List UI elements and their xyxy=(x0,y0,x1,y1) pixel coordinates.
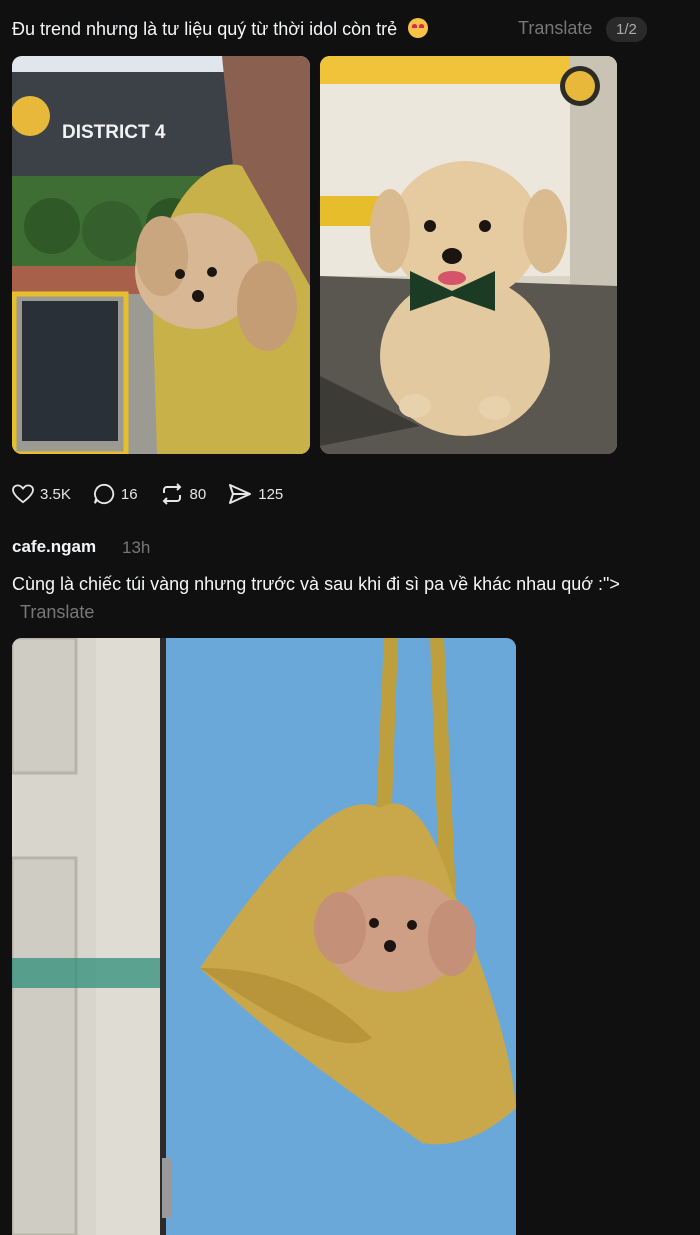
repost-icon xyxy=(162,483,181,505)
comment-count: 16 xyxy=(120,485,138,503)
post-text: Cùng là chiếc túi vàng nhưng trước và sa… xyxy=(12,570,697,626)
send-icon xyxy=(229,484,252,504)
like-button[interactable]: 3.5K xyxy=(12,484,71,504)
caption-text: Đu trend nhưng là tư liệu quý từ thời id… xyxy=(12,19,398,39)
post-username[interactable]: cafe.ngam xyxy=(12,537,96,557)
post-photo-dog-hanging-bag[interactable] xyxy=(12,638,516,1235)
comment-bubble-icon xyxy=(93,483,115,505)
translate-link[interactable]: Translate xyxy=(20,602,94,622)
translate-link[interactable]: Translate xyxy=(518,18,592,39)
image-pager: 1/2 xyxy=(606,17,647,42)
heart-icon xyxy=(12,484,34,504)
repost-button[interactable]: 80 xyxy=(160,483,207,505)
comment-button[interactable]: 16 xyxy=(93,483,138,505)
post-photo-dog-bowtie[interactable] xyxy=(320,56,617,454)
post-timestamp: 13h xyxy=(122,538,151,557)
post-text-content: Cùng là chiếc túi vàng nhưng trước và sa… xyxy=(12,574,620,594)
heart-eyes-emoji-icon xyxy=(408,18,429,38)
post-actions: 3.5K 16 80 125 xyxy=(12,483,305,505)
share-count: 125 xyxy=(258,485,284,503)
like-count: 3.5K xyxy=(40,485,71,503)
share-button[interactable]: 125 xyxy=(228,483,283,505)
post-caption: Đu trend nhưng là tư liệu quý từ thời id… xyxy=(12,16,429,42)
post-photo-dog-in-bag[interactable]: DISTRICT 4 xyxy=(12,56,310,454)
repost-count: 80 xyxy=(189,485,207,503)
sign-text: DISTRICT 4 xyxy=(62,122,166,143)
